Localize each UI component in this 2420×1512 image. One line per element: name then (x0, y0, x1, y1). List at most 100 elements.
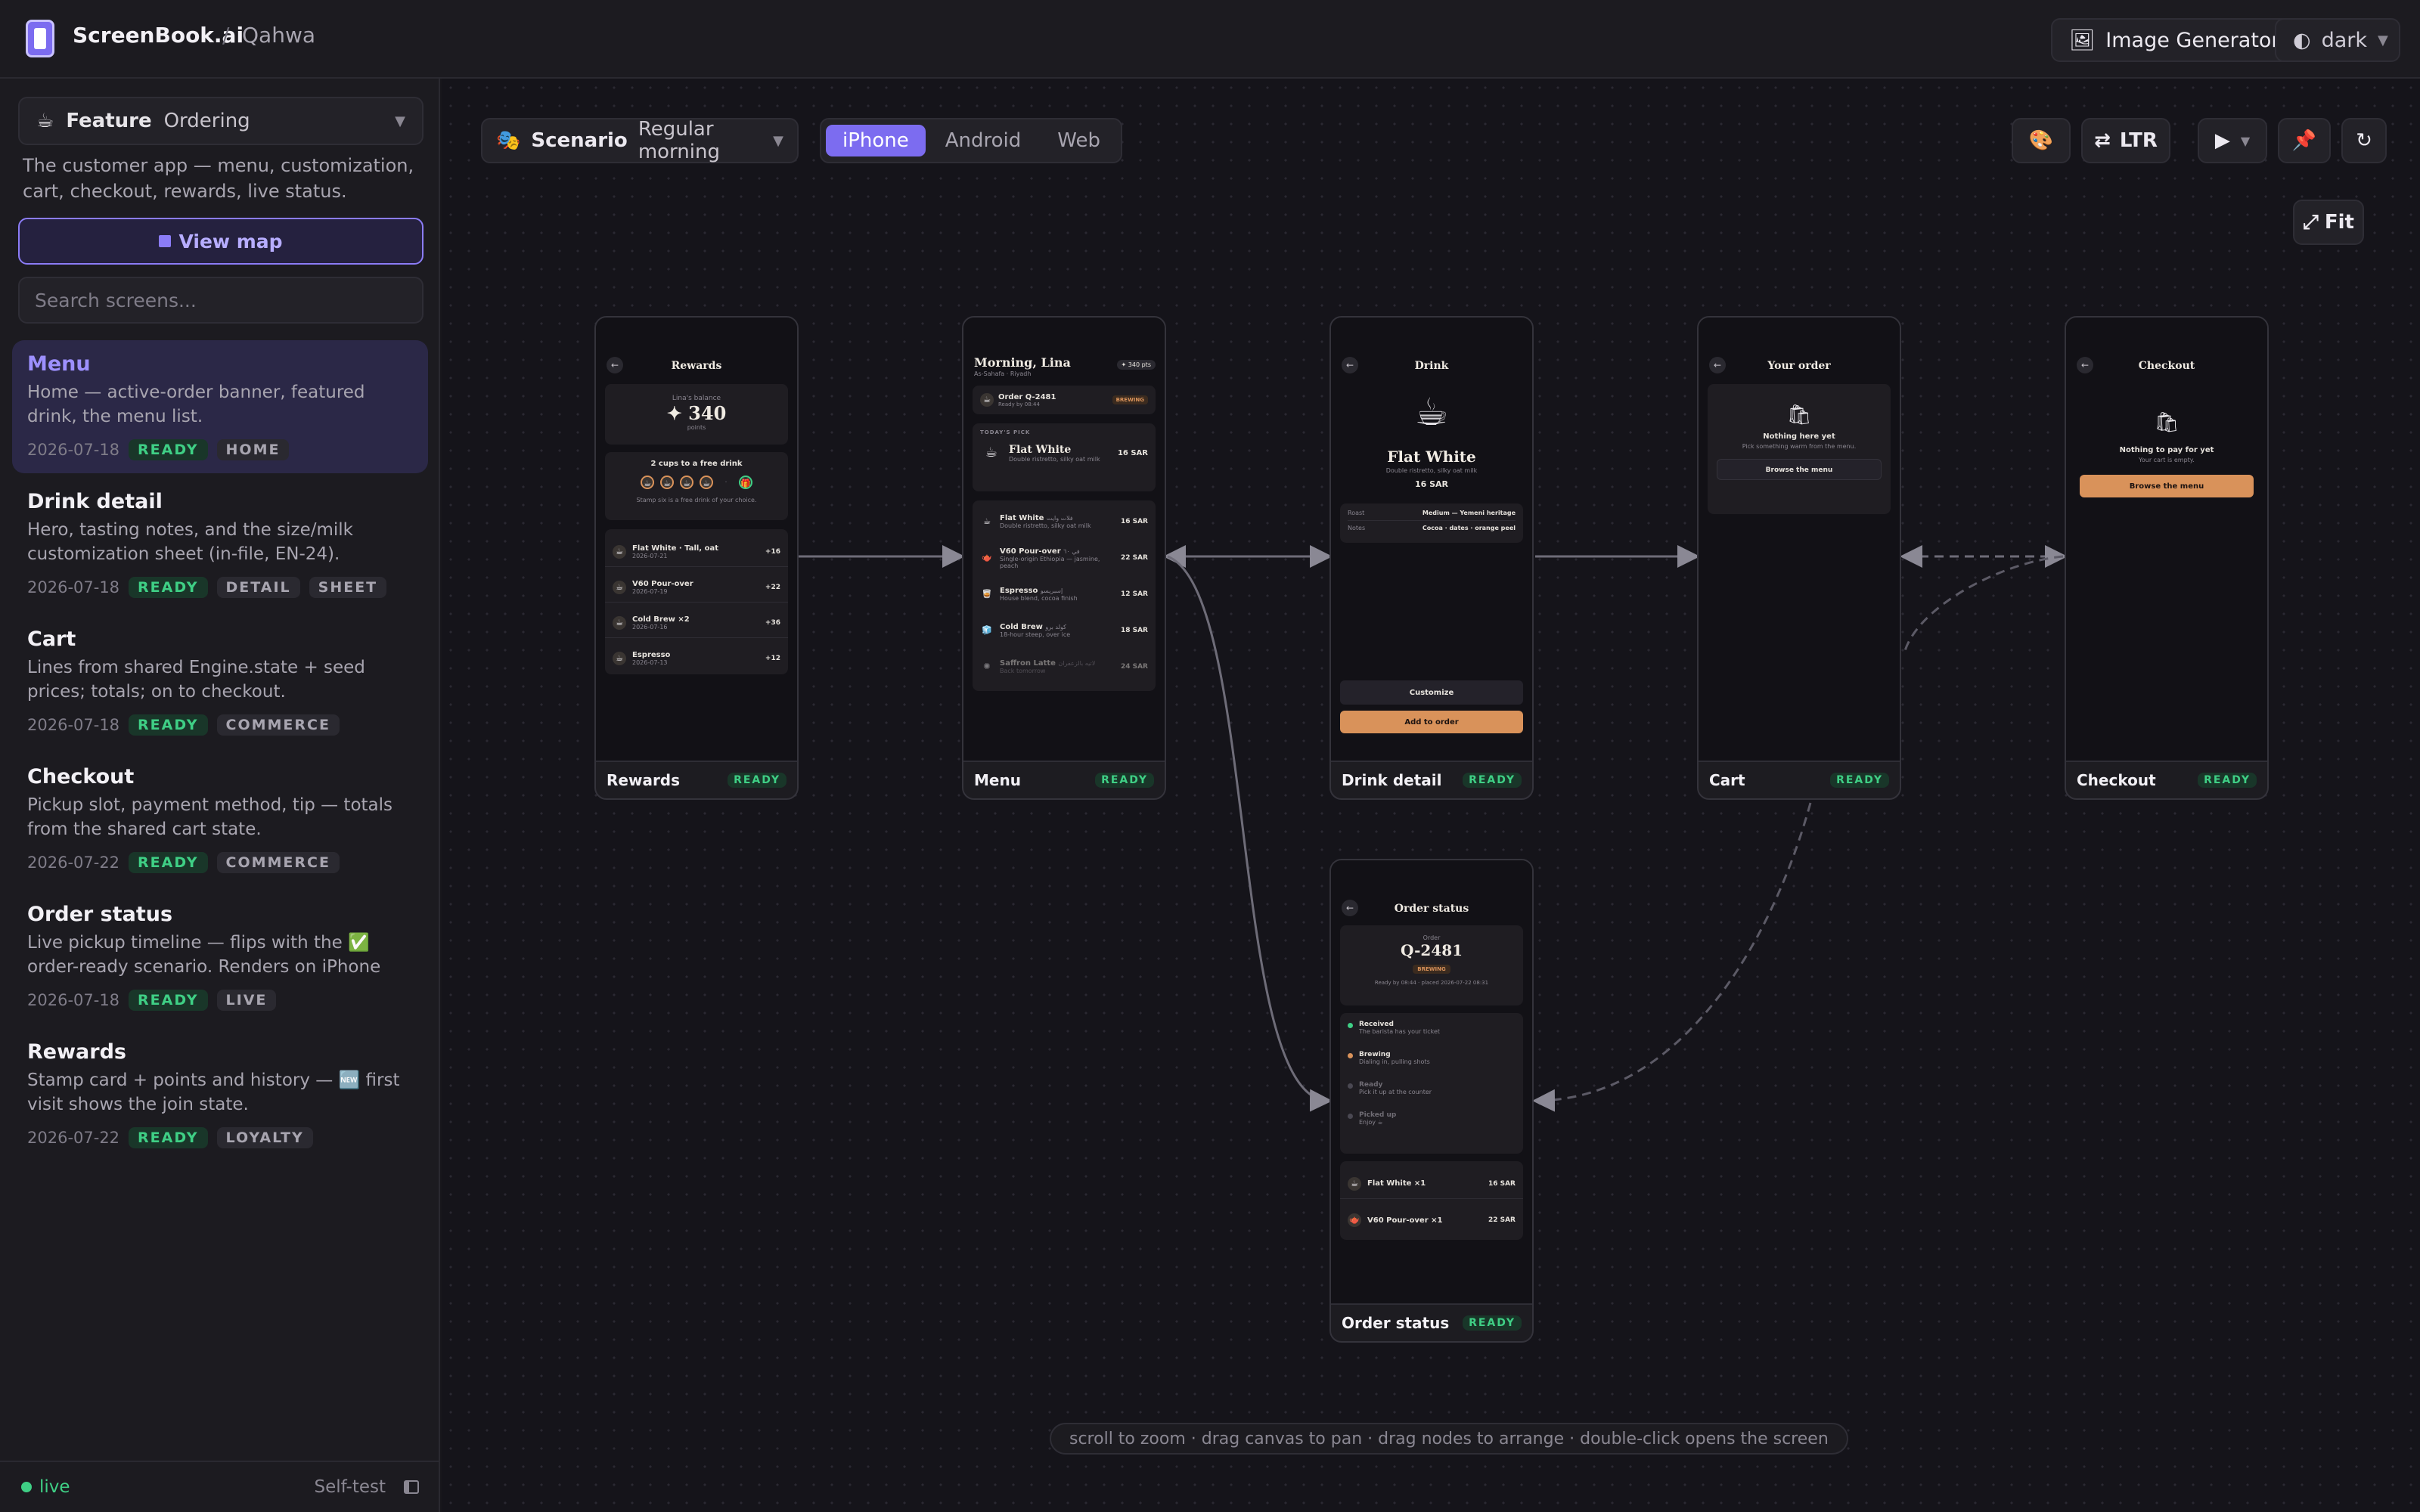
menu-item-row: ✺ Saffron Latte لاتيه بالزعفران Back tomor… (973, 650, 1156, 683)
image-generator-button[interactable]: 🖼 Image Generator (2051, 18, 2298, 62)
stamp-card: 2 cups to a free drink ☕ ☕ ☕ ☕ · 🎁 Stamp six … (605, 452, 788, 520)
sidebar-footer: live Self-test (0, 1461, 440, 1512)
search-screens-input[interactable] (18, 277, 424, 324)
screen-preview-drink: ← Drink ☕ Flat White Double ristretto, s… (1331, 318, 1532, 761)
balance-card: Lina's balance ✦ 340 points (605, 384, 788, 445)
category-tag: SHEET (309, 577, 387, 598)
node-rewards[interactable]: ← Rewards Lina's balance ✦ 340 points 2 … (594, 316, 799, 800)
coffee-icon: ☕ (983, 516, 991, 526)
node-footer: Cart READY (1699, 761, 1900, 798)
screen-list-item[interactable]: Drink detail Hero, tasting notes, and the… (12, 478, 428, 611)
image-icon: 🖼 (2069, 29, 2096, 52)
screenbook-logo-icon[interactable] (26, 20, 54, 57)
self-test-button[interactable]: Self-test (315, 1477, 386, 1497)
screen-description: Pickup slot, payment method, tip — total… (27, 795, 392, 839)
screen-date: 2026-07-18 (27, 578, 120, 596)
customize-button: Customize (1340, 680, 1523, 705)
live-dot-icon (21, 1482, 32, 1492)
screen-title: Rewards (27, 1040, 126, 1064)
screen-preview-checkout: ← Checkout 🛍 Nothing to pay for yet Your… (2066, 318, 2267, 761)
saffron-icon: ✺ (983, 662, 991, 671)
screen-title: Cart (27, 627, 76, 651)
panel-toggle-icon[interactable] (404, 1480, 419, 1494)
browse-menu-button: Browse the menu (1717, 459, 1882, 480)
history-row: ☕ Cold Brew ×2 2026-07-16 +36 (605, 608, 788, 638)
node-footer: Rewards READY (596, 761, 797, 798)
edge-cart-status (1532, 802, 1812, 1112)
sidebar: ☕ Feature Ordering ▼ The customer app — … (0, 79, 440, 1512)
screen-date: 2026-07-22 (27, 1129, 120, 1147)
screen-description: Home — active-order banner, featured dri… (27, 383, 365, 426)
map-icon (159, 235, 172, 247)
active-order-banner: ☕ Order Q-2481 Ready by 08:44 BREWING (973, 386, 1156, 414)
history-row: ☕ Flat White · Tall, oat 2026-07-21 +16 (605, 537, 788, 567)
stamp-filled-icon: ☕ (660, 476, 674, 489)
node-cart[interactable]: ← Your order 🛍 Nothing here yet Pick som… (1697, 316, 1901, 800)
coffee-icon: ☕ (613, 615, 626, 630)
status-badge: READY (129, 577, 208, 598)
order-line-row: ☕ Flat White ×1 16 SAR (1340, 1169, 1523, 1199)
category-tag: HOME (216, 439, 290, 460)
node-footer: Checkout READY (2066, 761, 2267, 798)
espresso-cup-icon: 🥃 (982, 589, 992, 599)
timeline-step: Brewing Dialing in, pulling shots (1340, 1051, 1523, 1078)
screen-preview-menu: Morning, Lina As-Sahafa · Riyadh ✦ 340 p… (963, 318, 1165, 761)
coffee-cup-icon: ☕ (985, 445, 998, 460)
history-row: ☕ Espresso 2026-07-13 +12 (605, 643, 788, 674)
theme-select[interactable]: ◐ dark ▼ (2275, 18, 2400, 62)
feature-description: The customer app — menu, customization, … (23, 155, 414, 202)
coffee-icon: ☕ (1348, 1176, 1361, 1191)
tasting-notes-card: Roast Medium — Yemeni heritage Notes Cocoa… (1340, 503, 1523, 543)
coffee-icon: ☕ (980, 393, 994, 407)
node-menu[interactable]: Morning, Lina As-Sahafa · Riyadh ✦ 340 p… (962, 316, 1166, 800)
screen-description: Live pickup timeline — flips with the ✅ … (27, 933, 381, 977)
brand-name[interactable]: ScreenBook.ai (73, 23, 244, 48)
stamp-empty-icon: · (724, 477, 728, 487)
status-badge: READY (129, 714, 208, 736)
screen-list-item[interactable]: Checkout Pickup slot, payment method, tip… (12, 753, 428, 886)
screen-list-item[interactable]: Rewards Stamp card + points and history —… (12, 1028, 428, 1161)
chevron-down-icon: ▼ (395, 113, 405, 129)
timeline-dot-icon (1348, 1053, 1353, 1058)
todays-pick-card: TODAY'S PICK ☕ Flat White Double ristrett… (973, 423, 1156, 491)
category-tag: LIVE (216, 990, 277, 1011)
menu-item-row: ☕ Flat White فلات وايت Double ristretto, s… (973, 505, 1156, 538)
screen-list-item[interactable]: Order status Live pickup timeline — flips… (12, 891, 428, 1024)
screen-list-item[interactable]: Menu Home — active-order banner, featured… (12, 340, 428, 473)
edge-menu-status (1167, 555, 1333, 1112)
order-line-row: 🫖 V60 Pour-over ×1 22 SAR (1340, 1205, 1523, 1235)
screen-date: 2026-07-22 (27, 854, 120, 872)
coffee-icon: ☕ (36, 110, 54, 132)
view-map-button[interactable]: View map (18, 218, 424, 265)
breadcrumb-project[interactable]: Qahwa (242, 23, 315, 48)
flow-canvas[interactable]: 🎭 Scenario Regular morning ▼ iPhone Andr… (442, 79, 2420, 1512)
history-row: ☕ V60 Pour-over 2026-07-19 +22 (605, 572, 788, 603)
node-order-status[interactable]: ← Order status Order Q-2481 BREWING Read… (1329, 859, 1534, 1343)
status-badge: READY (129, 1127, 208, 1148)
stamp-filled-icon: ☕ (700, 476, 713, 489)
node-footer: Drink detail READY (1331, 761, 1532, 798)
stamp-row: ☕ ☕ ☕ ☕ · 🎁 (605, 476, 788, 489)
status-badge: READY (129, 990, 208, 1011)
screen-list-item[interactable]: Cart Lines from shared Engine.state + see… (12, 615, 428, 748)
canvas-hint: scroll to zoom · drag canvas to pan · dr… (1050, 1423, 1848, 1455)
teapot-icon: 🫖 (1348, 1213, 1361, 1227)
status-badge: READY (129, 852, 208, 873)
breadcrumb-separator: / (222, 23, 230, 48)
category-tag: COMMERCE (216, 714, 340, 736)
node-drink-detail[interactable]: ← Drink ☕ Flat White Double ristretto, s… (1329, 316, 1534, 800)
screen-title: Menu (27, 352, 91, 376)
timeline-dot-icon (1348, 1023, 1353, 1028)
browse-menu-button: Browse the menu (2080, 475, 2254, 497)
screen-title: Checkout (27, 765, 135, 789)
timeline-step: Picked up Enjoy ☕ (1340, 1111, 1523, 1139)
feature-select[interactable]: ☕ Feature Ordering ▼ (18, 97, 424, 145)
node-checkout[interactable]: ← Checkout 🛍 Nothing to pay for yet Your… (2065, 316, 2269, 800)
screen-title: Order status (27, 903, 173, 926)
live-status: live (39, 1477, 70, 1497)
chevron-down-icon: ▼ (2377, 32, 2388, 48)
coffee-hero-icon: ☕ (1414, 390, 1449, 434)
timeline-dot-icon (1348, 1083, 1353, 1089)
coffee-icon: ☕ (613, 544, 626, 559)
add-to-order-button: Add to order (1340, 711, 1523, 733)
